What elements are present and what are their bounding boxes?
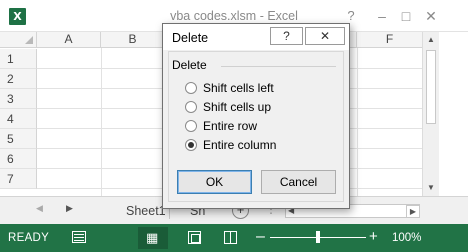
- close-button[interactable]: ✕: [420, 6, 442, 26]
- next-sheet-icon[interactable]: ▶: [66, 203, 73, 214]
- column-header-b[interactable]: B: [101, 32, 165, 48]
- delete-dialog: Delete ? ✕ Delete Shift cells left Shift…: [162, 23, 350, 209]
- status-bar: READY ▦ – + 100%: [0, 224, 468, 252]
- radio-label[interactable]: Shift cells left: [203, 81, 274, 95]
- dialog-title-bar: Delete ? ✕: [163, 24, 349, 50]
- scroll-up-icon[interactable]: ▲: [425, 34, 437, 46]
- tab-sheet1[interactable]: Sheet1: [110, 200, 170, 222]
- column-header-a[interactable]: A: [37, 32, 101, 48]
- delete-group-label: Delete: [172, 58, 210, 72]
- page-break-preview-button[interactable]: [224, 231, 237, 244]
- cancel-button[interactable]: Cancel: [261, 170, 336, 194]
- zoom-out-button[interactable]: –: [256, 228, 265, 246]
- zoom-slider-thumb[interactable]: [316, 231, 320, 243]
- page-layout-view-button[interactable]: [188, 231, 201, 244]
- minimize-button[interactable]: –: [371, 6, 393, 26]
- row-header-6[interactable]: 6: [0, 149, 37, 169]
- vertical-scrollbar[interactable]: ▲ ▼: [422, 32, 439, 196]
- scroll-right-icon[interactable]: ▶: [406, 205, 420, 218]
- row-header-2[interactable]: 2: [0, 69, 37, 89]
- grid-icon: ▦: [146, 230, 159, 245]
- previous-sheet-icon[interactable]: ◀: [36, 203, 43, 214]
- select-all-button[interactable]: [0, 32, 37, 48]
- row-header-3[interactable]: 3: [0, 89, 37, 109]
- row-header-1[interactable]: 1: [0, 49, 37, 69]
- dialog-help-button[interactable]: ?: [270, 27, 303, 45]
- radio-button-icon[interactable]: [185, 82, 197, 94]
- radio-button-icon[interactable]: [185, 120, 197, 132]
- macro-recording-icon[interactable]: [72, 231, 86, 243]
- dialog-close-button[interactable]: ✕: [305, 27, 345, 45]
- row-header-4[interactable]: 4: [0, 109, 37, 129]
- row-header-5[interactable]: 5: [0, 129, 37, 149]
- row-header-7[interactable]: 7: [0, 169, 37, 189]
- gridline: [101, 48, 102, 196]
- radio-button-icon[interactable]: [185, 101, 197, 113]
- zoom-level[interactable]: 100%: [392, 232, 421, 244]
- radio-label[interactable]: Entire column: [203, 138, 276, 152]
- radio-label[interactable]: Shift cells up: [203, 100, 271, 114]
- ok-button[interactable]: OK: [177, 170, 252, 194]
- gridline: [357, 48, 358, 196]
- dialog-title: Delete: [172, 31, 209, 45]
- maximize-button[interactable]: □: [395, 6, 417, 26]
- scroll-down-icon[interactable]: ▼: [425, 182, 437, 194]
- zoom-in-button[interactable]: +: [369, 228, 378, 245]
- group-divider: [221, 66, 336, 67]
- column-header-f[interactable]: F: [357, 32, 422, 48]
- vertical-scroll-thumb[interactable]: [426, 50, 436, 124]
- window-edge: [439, 32, 468, 196]
- status-ready: READY: [8, 232, 50, 244]
- radio-button-icon[interactable]: [185, 139, 197, 151]
- radio-label[interactable]: Entire row: [203, 119, 257, 133]
- normal-view-button[interactable]: ▦: [138, 227, 168, 249]
